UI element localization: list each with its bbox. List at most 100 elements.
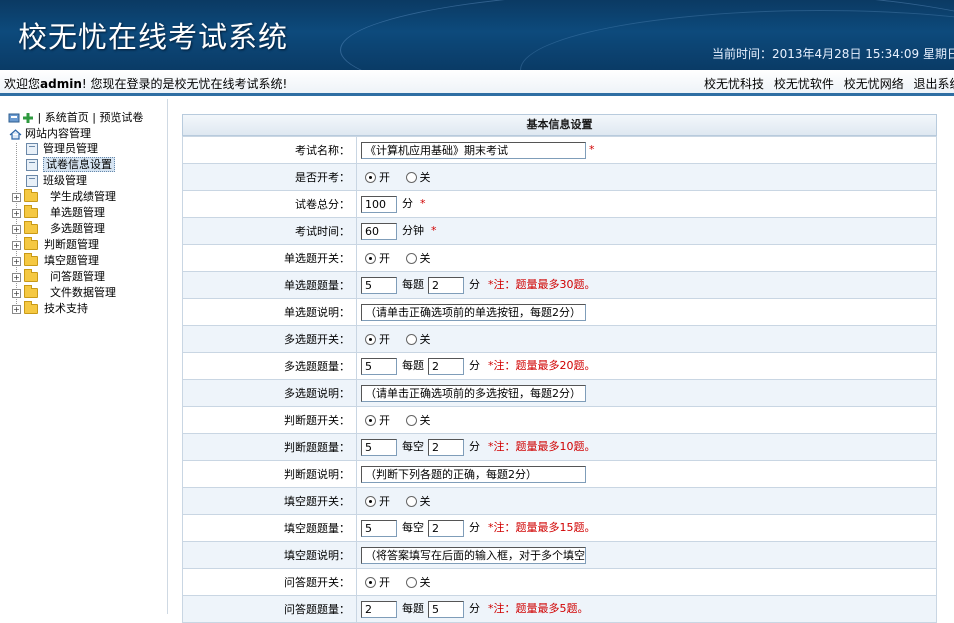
link-software[interactable]: 校无忧软件 [774, 77, 834, 91]
field-label: 单选题题量： [182, 271, 357, 299]
row-multi-desc: 多选题说明： （请单击正确选项前的多选按钮，每题2分） [182, 379, 937, 407]
multi-score-input[interactable]: 2 [428, 357, 464, 375]
unit-label: 分 [469, 440, 480, 454]
folder-icon [24, 301, 38, 314]
per-label: 每空 [402, 521, 424, 535]
qa-on-radio[interactable] [365, 576, 376, 588]
fill-desc-input[interactable]: （将答案填写在后面的输入框，对于多个填空项 [361, 546, 586, 564]
limit-note: *注：题量最多10题。 [488, 440, 596, 454]
main-panel: 基本信息设置 考试名称： 《计算机应用基础》期末考试 * 是否开考： 开 关 试卷… [182, 114, 937, 623]
fill-score-input[interactable]: 2 [428, 519, 464, 537]
link-company[interactable]: 校无忧科技 [704, 77, 764, 91]
exam-open-on-radio[interactable] [365, 171, 376, 183]
per-label: 每题 [402, 602, 424, 616]
sidebar-item-label: 问答题管理 [50, 270, 105, 283]
multi-desc-input[interactable]: （请单击正确选项前的多选按钮，每题2分） [361, 384, 586, 402]
expand-icon[interactable]: + [12, 240, 21, 250]
home-icon [9, 128, 22, 140]
exam-open-off-radio[interactable] [405, 171, 417, 183]
link-network[interactable]: 校无忧网络 [844, 77, 904, 91]
row-multi-count: 多选题题量： 5 每题 2 分 *注：题量最多20题。 [182, 352, 937, 380]
row-exam-name: 考试名称： 《计算机应用基础》期末考试 * [182, 136, 937, 164]
link-logout[interactable]: 退出系统 [914, 77, 954, 91]
limit-note: *注：题量最多20题。 [488, 359, 596, 373]
judge-desc-input[interactable]: （判断下列各题的正确，每题2分） [361, 465, 586, 483]
field-label: 填空题题量： [182, 514, 357, 542]
radio-label: 关 [419, 252, 431, 265]
multi-count-input[interactable]: 5 [361, 357, 397, 375]
page-icon [26, 175, 38, 187]
judge-score-input[interactable]: 2 [428, 438, 464, 456]
sidebar-item-judge[interactable]: + 判断题管理 [12, 237, 99, 252]
sidebar-item-label: 试卷信息设置 [43, 157, 115, 172]
fill-off-radio[interactable] [405, 495, 417, 507]
expand-icon[interactable]: + [12, 256, 21, 266]
fill-count-input[interactable]: 5 [361, 519, 397, 537]
qa-score-input[interactable]: 5 [428, 600, 464, 618]
unit-label: 分 [469, 602, 480, 616]
radio-label: 关 [419, 171, 431, 184]
row-single-count: 单选题题量： 5 每题 2 分 *注：题量最多30题。 [182, 271, 937, 299]
tree-root[interactable]: 网站内容管理 [9, 127, 91, 141]
expand-icon[interactable]: + [12, 208, 21, 218]
single-off-radio[interactable] [405, 252, 417, 264]
welcome-user: admin [40, 77, 82, 91]
expand-icon[interactable]: + [12, 304, 21, 314]
single-desc-input[interactable]: （请单击正确选项前的单选按钮，每题2分） [361, 303, 586, 321]
welcome-bar: 欢迎您admin! 您现在登录的是校无忧在线考试系统! 校无忧科技 校无忧软件 … [0, 70, 954, 96]
qa-count-input[interactable]: 2 [361, 600, 397, 618]
limit-note: *注：题量最多30题。 [488, 278, 596, 292]
folder-icon [24, 205, 38, 218]
field-label: 问答题题量： [182, 595, 357, 623]
sidebar-item-fill[interactable]: + 填空题管理 [12, 253, 99, 268]
sidebar-item-files[interactable]: + 文件数据管理 [12, 285, 116, 300]
expand-icon[interactable]: + [12, 224, 21, 234]
sidebar-top-links: | 系统首页 | 预览试卷 [8, 109, 143, 125]
exam-name-input[interactable]: 《计算机应用基础》期末考试 [361, 141, 586, 159]
row-judge-desc: 判断题说明： （判断下列各题的正确，每题2分） [182, 460, 937, 488]
single-on-radio[interactable] [365, 252, 376, 264]
sidebar-link-home[interactable]: 系统首页 [45, 111, 89, 124]
single-count-input[interactable]: 5 [361, 276, 397, 294]
exam-time-input[interactable]: 60 [361, 222, 397, 240]
field-label: 考试时间： [182, 217, 357, 245]
expand-icon[interactable]: + [12, 192, 21, 202]
row-fill-count: 填空题题量： 5 每空 2 分 *注：题量最多15题。 [182, 514, 937, 542]
app-header: 校无忧在线考试系统 当前时间：2013年4月28日 15:34:09 星期日 [0, 0, 954, 70]
sidebar-item-label: 多选题管理 [50, 222, 105, 235]
sidebar-link-preview[interactable]: 预览试卷 [99, 111, 143, 124]
field-label: 多选题开关： [182, 325, 357, 353]
sidebar-item-class[interactable]: 班级管理 [26, 174, 87, 188]
sidebar-item-single[interactable]: + 单选题管理 [12, 205, 105, 220]
row-single-switch: 单选题开关： 开 关 [182, 244, 937, 272]
single-score-input[interactable]: 2 [428, 276, 464, 294]
judge-off-radio[interactable] [405, 414, 417, 426]
fill-on-radio[interactable] [365, 495, 376, 507]
multi-on-radio[interactable] [365, 333, 376, 345]
sidebar-item-multi[interactable]: + 多选题管理 [12, 221, 105, 236]
judge-count-input[interactable]: 5 [361, 438, 397, 456]
expand-icon[interactable]: + [12, 272, 21, 282]
sidebar-item-qa[interactable]: + 问答题管理 [12, 269, 105, 284]
unit-label: 分 [469, 521, 480, 535]
radio-label: 关 [419, 414, 431, 427]
row-judge-switch: 判断题开关： 开 关 [182, 406, 937, 434]
sidebar-item-scores[interactable]: + 学生成绩管理 [12, 189, 116, 204]
page-icon [26, 143, 38, 155]
field-label: 填空题开关： [182, 487, 357, 515]
qa-off-radio[interactable] [405, 576, 417, 588]
total-score-input[interactable]: 100 [361, 195, 397, 213]
multi-off-radio[interactable] [405, 333, 417, 345]
sidebar-item-exam-settings[interactable]: 试卷信息设置 [26, 157, 115, 172]
sidebar-item-admin[interactable]: 管理员管理 [26, 142, 98, 156]
judge-on-radio[interactable] [365, 414, 376, 426]
sidebar-item-support[interactable]: + 技术支持 [12, 301, 88, 316]
welcome-text: 欢迎您admin! 您现在登录的是校无忧在线考试系统! [4, 75, 287, 92]
panel-title: 基本信息设置 [182, 114, 937, 136]
expand-icon[interactable]: + [12, 288, 21, 298]
field-label: 考试名称： [182, 136, 357, 164]
field-label: 是否开考： [182, 163, 357, 191]
field-label: 填空题说明： [182, 541, 357, 569]
row-multi-switch: 多选题开关： 开 关 [182, 325, 937, 353]
per-label: 每空 [402, 440, 424, 454]
